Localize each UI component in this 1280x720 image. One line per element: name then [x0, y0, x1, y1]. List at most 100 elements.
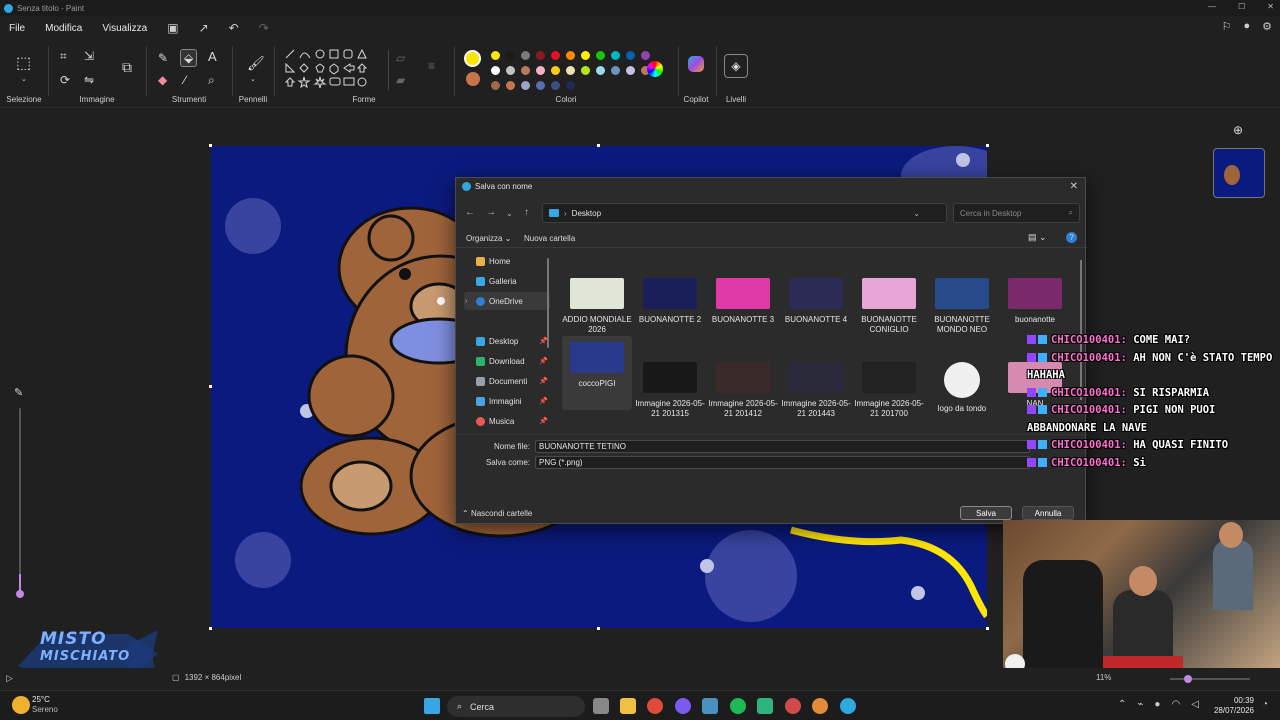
- color-swatch[interactable]: [641, 51, 650, 60]
- new-folder-button[interactable]: Nuova cartella: [524, 234, 575, 243]
- resize-handle[interactable]: [986, 627, 989, 630]
- hide-folders-button[interactable]: ⌃ Nascondi cartelle: [462, 509, 532, 518]
- color-swatch[interactable]: [536, 81, 545, 90]
- weather-icon[interactable]: [12, 696, 30, 714]
- menu-visualizza[interactable]: Visualizza: [102, 23, 147, 34]
- rotate-icon[interactable]: ⟳: [60, 74, 70, 86]
- magnifier-icon[interactable]: ⌕: [208, 74, 215, 86]
- app-icon[interactable]: [757, 698, 773, 714]
- menu-file[interactable]: File: [9, 23, 25, 34]
- brush-icon[interactable]: 🖌: [247, 56, 265, 70]
- resize-handle[interactable]: [986, 144, 989, 147]
- file-item[interactable]: BUONANOTTE 4: [781, 278, 851, 325]
- color-swatch[interactable]: [491, 51, 500, 60]
- file-item[interactable]: buonanotte: [1000, 278, 1070, 325]
- settings-icon[interactable]: ⚙: [1262, 20, 1272, 33]
- nav-desktop[interactable]: Desktop 📌: [464, 332, 550, 350]
- taskbar-search[interactable]: ⌕ Cerca: [447, 696, 585, 717]
- chrome-icon[interactable]: [647, 698, 663, 714]
- color-swatch[interactable]: [491, 81, 500, 90]
- nav-documenti[interactable]: Documenti 📌: [464, 372, 550, 390]
- search-input[interactable]: Cerca in Desktop ⌕: [953, 203, 1080, 223]
- color-swatch[interactable]: [521, 81, 530, 90]
- layer-thumbnail[interactable]: [1213, 148, 1265, 198]
- color-swatch[interactable]: [626, 51, 635, 60]
- chevron-up-icon[interactable]: ⌃: [1118, 699, 1126, 710]
- file-item[interactable]: BUONANOTTE 2: [635, 278, 705, 325]
- color-swatch[interactable]: [506, 66, 515, 75]
- app-icon[interactable]: [702, 698, 718, 714]
- image-select-icon[interactable]: ⧉: [122, 60, 132, 74]
- color-swatch[interactable]: [596, 51, 605, 60]
- layers-icon[interactable]: ◈: [724, 54, 748, 78]
- save-icon[interactable]: ▣: [167, 21, 178, 35]
- color-swatch[interactable]: [581, 51, 590, 60]
- color-swatch[interactable]: [581, 66, 590, 75]
- zoom-level[interactable]: 11%: [1096, 673, 1111, 682]
- primary-color[interactable]: [464, 50, 481, 67]
- task-view-icon[interactable]: [593, 698, 609, 714]
- color-swatch[interactable]: [521, 66, 530, 75]
- cancel-button[interactable]: Annulla: [1022, 506, 1074, 520]
- mic-icon[interactable]: ●: [1154, 699, 1160, 710]
- filename-input[interactable]: BUONANOTTE TETINO: [535, 440, 1030, 453]
- color-swatch[interactable]: [611, 66, 620, 75]
- resize-icon[interactable]: ⇲: [84, 50, 94, 62]
- nav-galleria[interactable]: Galleria: [464, 272, 550, 290]
- nav-immagini[interactable]: Immagini 📌: [464, 392, 550, 410]
- nav-home[interactable]: Home: [464, 252, 550, 270]
- color-swatch[interactable]: [611, 51, 620, 60]
- file-item[interactable]: Immagine 2026-05-21 201412: [708, 362, 778, 419]
- resize-handle[interactable]: [597, 627, 600, 630]
- volume-icon[interactable]: ◁: [1191, 699, 1199, 710]
- address-bar[interactable]: › Desktop ⌄ ⟳: [542, 203, 964, 223]
- clock[interactable]: 00:39 28/07/2026: [1212, 696, 1254, 716]
- color-swatch[interactable]: [551, 66, 560, 75]
- zoom-thumb[interactable]: [1184, 675, 1192, 683]
- color-swatch[interactable]: [506, 81, 515, 90]
- secondary-color[interactable]: [466, 72, 480, 86]
- fill-icon[interactable]: ⬙: [180, 49, 198, 67]
- selection-icon[interactable]: ⬚: [16, 56, 31, 72]
- chrome-profile-icon[interactable]: [812, 698, 828, 714]
- fill-shape-icon[interactable]: ▰: [396, 74, 405, 86]
- nav-download[interactable]: Download 📌: [464, 352, 550, 370]
- file-item[interactable]: Immagine 2026-05-21 201443: [781, 362, 851, 419]
- add-layer-icon[interactable]: ⊕: [1233, 124, 1243, 136]
- shapes-gallery[interactable]: [282, 48, 382, 94]
- brush-size-slider[interactable]: ✎: [12, 386, 28, 606]
- nav-musica[interactable]: Musica 📌: [464, 412, 550, 430]
- flip-icon[interactable]: ⇋: [84, 74, 94, 86]
- back-icon[interactable]: ←: [465, 207, 475, 218]
- text-icon[interactable]: A: [208, 50, 217, 63]
- share-icon[interactable]: ↗: [199, 21, 209, 35]
- pencil-icon[interactable]: ✎: [158, 52, 168, 64]
- save-button[interactable]: Salva: [960, 506, 1012, 520]
- feedback-icon[interactable]: ⚐: [1222, 20, 1232, 33]
- outline-icon[interactable]: ▱: [396, 52, 405, 64]
- stroke-size-icon[interactable]: ≡: [428, 60, 435, 72]
- view-icon[interactable]: ▤ ⌄: [1028, 232, 1047, 243]
- color-swatch[interactable]: [536, 51, 545, 60]
- file-item[interactable]: BUONANOTTE MONDO NEO: [927, 278, 997, 335]
- color-swatch[interactable]: [566, 66, 575, 75]
- spotify-icon[interactable]: [730, 698, 746, 714]
- resize-handle[interactable]: [209, 385, 212, 388]
- chevron-down-icon[interactable]: ⌄: [913, 209, 920, 218]
- chevron-down-icon[interactable]: ⌄: [21, 76, 27, 83]
- color-swatch[interactable]: [566, 81, 575, 90]
- wifi-icon[interactable]: ◠: [1171, 699, 1180, 710]
- organize-button[interactable]: Organizza ⌄: [466, 234, 511, 243]
- maximize-button[interactable]: ☐: [1238, 2, 1245, 11]
- notifications-icon[interactable]: ◔: [1262, 699, 1268, 710]
- file-item[interactable]: coccoPIGI: [562, 336, 632, 410]
- file-item[interactable]: Immagine 2026-05-21 201700: [854, 362, 924, 419]
- edit-colors-icon[interactable]: [647, 61, 663, 77]
- file-item[interactable]: BUONANOTTE 3: [708, 278, 778, 325]
- app-icon[interactable]: [785, 698, 801, 714]
- color-swatch[interactable]: [566, 51, 575, 60]
- redo-icon[interactable]: ↷: [259, 21, 269, 35]
- color-swatch[interactable]: [491, 66, 500, 75]
- app-icon[interactable]: [675, 698, 691, 714]
- chevron-right-icon[interactable]: ›: [465, 298, 467, 305]
